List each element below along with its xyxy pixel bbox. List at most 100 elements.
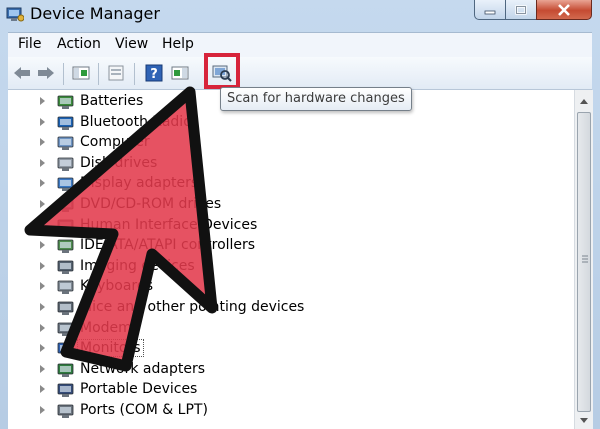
expand-chevron-icon[interactable] bbox=[40, 344, 45, 353]
expand-chevron-icon[interactable] bbox=[40, 241, 45, 250]
tree-item[interactable]: Ports (COM & LPT) bbox=[8, 401, 568, 421]
tree-item[interactable]: Disk drives bbox=[8, 154, 568, 174]
thumb-grip-icon bbox=[582, 255, 588, 263]
device-tree: Batteries Bluetooth Radios Computer Disk dr… bbox=[8, 90, 574, 429]
tree-item-label: Disk drives bbox=[80, 154, 158, 171]
properties-button[interactable] bbox=[106, 63, 126, 83]
monitor-icon bbox=[57, 342, 74, 357]
display-adapter-icon bbox=[57, 177, 74, 192]
toolbar-separator bbox=[98, 63, 99, 85]
tree-item[interactable]: Keyboards bbox=[8, 277, 568, 297]
show-hide-tree-button[interactable] bbox=[71, 63, 91, 83]
scroll-down-icon bbox=[580, 418, 588, 423]
tree-item[interactable]: Network adapters bbox=[8, 360, 568, 380]
expand-chevron-icon[interactable] bbox=[40, 323, 45, 332]
scan-hardware-tooltip: Scan for hardware changes bbox=[220, 87, 412, 111]
tree-item-label: Human Interface Devices bbox=[80, 216, 258, 233]
tree-item[interactable]: Display adapters bbox=[8, 174, 568, 194]
menu-action[interactable]: Action bbox=[57, 36, 101, 52]
scroll-up-icon bbox=[580, 99, 588, 104]
tree-item[interactable]: Human Interface Devices bbox=[8, 216, 568, 236]
disk-drive-icon bbox=[57, 157, 74, 171]
back-icon bbox=[14, 67, 30, 79]
minimize-icon bbox=[484, 10, 496, 14]
bluetooth-icon bbox=[57, 116, 74, 130]
help-icon: ? bbox=[145, 64, 163, 82]
expand-chevron-icon[interactable] bbox=[40, 261, 45, 270]
expand-chevron-icon[interactable] bbox=[40, 158, 45, 167]
battery-icon bbox=[57, 95, 74, 109]
tree-item[interactable]: DVD/CD-ROM drives bbox=[8, 195, 568, 215]
ide-controller-icon bbox=[57, 239, 74, 254]
expand-chevron-icon[interactable] bbox=[40, 364, 45, 373]
action-pane-button[interactable] bbox=[170, 63, 190, 83]
expand-chevron-icon[interactable] bbox=[40, 138, 45, 147]
tree-item-label: Keyboards bbox=[80, 278, 154, 295]
hid-icon bbox=[57, 219, 74, 233]
back-button[interactable] bbox=[12, 63, 32, 83]
expand-chevron-icon[interactable] bbox=[40, 220, 45, 229]
device-manager-window: Device Manager File Action View Help ? B… bbox=[0, 0, 600, 429]
expand-chevron-icon[interactable] bbox=[40, 406, 45, 414]
port-icon bbox=[57, 404, 74, 418]
tree-item-label: Mice and other pointing devices bbox=[80, 299, 305, 315]
dvd-drive-icon bbox=[57, 198, 74, 212]
toolbar-separator bbox=[134, 63, 135, 85]
tree-item[interactable]: Mice and other pointing devices bbox=[8, 298, 568, 318]
tree-item-label: Ports (COM & LPT) bbox=[80, 402, 208, 418]
window-title: Device Manager bbox=[30, 4, 160, 23]
device-manager-app-icon bbox=[6, 7, 24, 22]
imaging-device-icon bbox=[57, 260, 74, 274]
tree-item[interactable]: Modems bbox=[8, 319, 568, 339]
menu-view[interactable]: View bbox=[115, 36, 148, 52]
menu-bar: File Action View Help bbox=[8, 32, 592, 58]
expand-chevron-icon[interactable] bbox=[40, 200, 45, 208]
tree-item-label: Computer bbox=[80, 134, 150, 151]
mouse-icon bbox=[57, 301, 74, 315]
tree-item[interactable]: Monitors bbox=[8, 339, 568, 359]
tree-item-label: Portable Devices bbox=[80, 381, 198, 398]
properties-icon bbox=[108, 65, 124, 81]
scrollbar-thumb[interactable] bbox=[577, 112, 591, 412]
scan-button-highlight-box bbox=[204, 53, 240, 89]
scroll-up-button[interactable] bbox=[577, 94, 591, 108]
computer-icon bbox=[57, 136, 74, 151]
forward-icon bbox=[38, 67, 54, 79]
tree-item-label: IDE ATA/ATAPI controllers bbox=[80, 237, 256, 254]
keyboard-icon bbox=[57, 280, 74, 295]
maximize-icon bbox=[515, 4, 527, 15]
tree-item-label: Bluetooth Radios bbox=[80, 113, 200, 130]
expand-chevron-icon[interactable] bbox=[40, 385, 45, 394]
tree-item-label: Network adapters bbox=[80, 360, 205, 377]
tree-item-label: Modems bbox=[80, 319, 140, 336]
close-button[interactable] bbox=[536, 0, 592, 20]
title-bar[interactable]: Device Manager bbox=[0, 0, 600, 30]
vertical-scrollbar[interactable] bbox=[574, 90, 593, 429]
tree-item-label: Monitors bbox=[77, 339, 144, 358]
action-pane-icon bbox=[171, 66, 189, 80]
expand-chevron-icon[interactable] bbox=[40, 303, 45, 311]
tree-item-label: DVD/CD-ROM drives bbox=[80, 196, 222, 212]
scroll-down-button[interactable] bbox=[577, 414, 591, 428]
tree-item[interactable]: Bluetooth Radios bbox=[8, 113, 568, 133]
show-hide-tree-icon bbox=[72, 66, 90, 80]
tree-item-label: Batteries bbox=[80, 93, 144, 109]
menu-file[interactable]: File bbox=[18, 36, 41, 52]
help-button[interactable]: ? bbox=[144, 63, 164, 83]
expand-chevron-icon[interactable] bbox=[40, 179, 45, 188]
tree-item[interactable]: Portable Devices bbox=[8, 380, 568, 400]
maximize-button[interactable] bbox=[505, 0, 537, 20]
tree-item[interactable]: Imaging devices bbox=[8, 257, 568, 277]
tree-item[interactable]: IDE ATA/ATAPI controllers bbox=[8, 236, 568, 256]
portable-device-icon bbox=[57, 383, 74, 398]
forward-button[interactable] bbox=[36, 63, 56, 83]
network-adapter-icon bbox=[57, 363, 74, 377]
toolbar-separator bbox=[63, 63, 64, 85]
expand-chevron-icon[interactable] bbox=[40, 97, 45, 105]
minimize-button[interactable] bbox=[474, 0, 506, 20]
tree-item-label: Display adapters bbox=[80, 175, 199, 192]
expand-chevron-icon[interactable] bbox=[40, 282, 45, 291]
tree-item[interactable]: Computer bbox=[8, 133, 568, 153]
menu-help[interactable]: Help bbox=[162, 36, 194, 52]
expand-chevron-icon[interactable] bbox=[40, 117, 45, 126]
